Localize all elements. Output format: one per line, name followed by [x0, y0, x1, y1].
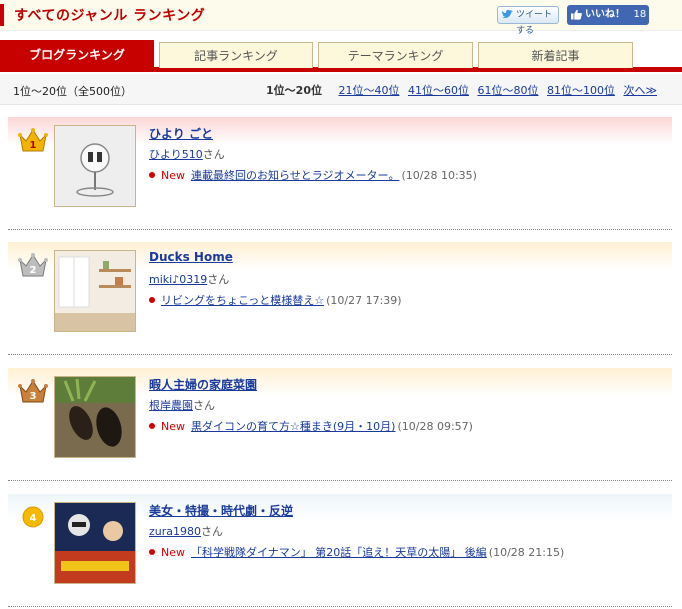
latest-post: New 「科学戦隊ダイナマン」 第20話「追え！天草の太陽」 後編 (10/28 2… — [149, 544, 564, 560]
post-time: (10/28 10:35) — [401, 169, 477, 182]
author-link[interactable]: zura1980 — [149, 525, 201, 538]
blog-name[interactable]: ひより ごと — [149, 125, 213, 142]
author-suffix: さん — [193, 399, 215, 412]
new-badge: New — [161, 420, 185, 433]
author-suffix: さん — [207, 273, 230, 286]
post-time: (10/28 21:15) — [488, 546, 565, 559]
blog-name[interactable]: Ducks Home — [149, 250, 233, 264]
entry-divider — [8, 606, 672, 607]
blog-name[interactable]: 美女・特撮・時代劇・反逆 — [149, 502, 293, 519]
entry-divider — [8, 480, 672, 481]
blog-author: 根岸農園さん — [149, 397, 215, 413]
blog-name[interactable]: 暇人主婦の家庭菜園 — [149, 376, 257, 393]
pager: 1位～20位（全500位） 1位～20位 21位～40位 41位～60位 61位… — [0, 74, 682, 105]
rank-number: 3 — [30, 391, 37, 402]
tab-article-ranking[interactable]: 記事ランキング — [159, 42, 313, 68]
ranking-tabs: ブログランキング 記事ランキング テーマランキング 新着記事 — [0, 40, 682, 72]
pager-link-61-80[interactable]: 61位～80位 — [477, 84, 538, 97]
entry-divider — [8, 229, 672, 230]
ranking-entry: 4 美女・特撮・時代劇・反逆 zura1980さん New 「科学戦隊ダイナマン」… — [8, 494, 672, 607]
bullet-icon — [149, 172, 155, 178]
latest-post: リビングをちょこっと模様替え☆ (10/27 17:39) — [149, 292, 402, 308]
blog-thumbnail[interactable] — [54, 250, 136, 332]
blog-name-link[interactable]: ひより ごと — [149, 127, 213, 141]
radiometer-image — [55, 126, 135, 206]
silver-crown-icon: 2 — [18, 253, 48, 277]
page-header: すべてのジャンル ランキング ツイートする いいね！ 18 — [0, 0, 682, 36]
blog-thumbnail[interactable] — [54, 125, 136, 207]
blog-thumbnail[interactable] — [54, 376, 136, 458]
black-radish-image — [55, 377, 135, 457]
latest-post: New 連載最終回のお知らせとラジオメーター。 (10/28 10:35) — [149, 167, 477, 183]
facebook-like-button[interactable]: いいね！ 18 — [567, 5, 649, 25]
author-link[interactable]: miki♪0319 — [149, 273, 207, 286]
tab-new-articles[interactable]: 新着記事 — [478, 42, 633, 68]
entry-divider — [8, 354, 672, 355]
blog-name-link[interactable]: 暇人主婦の家庭菜園 — [149, 378, 257, 392]
tab-theme-ranking[interactable]: テーマランキング — [318, 42, 473, 68]
post-title-link[interactable]: 連載最終回のお知らせとラジオメーター。 — [191, 169, 399, 182]
pager-link-21-40[interactable]: 21位～40位 — [338, 84, 399, 97]
twitter-bird-icon — [501, 9, 513, 18]
author-suffix: さん — [201, 525, 224, 538]
new-badge: New — [161, 546, 185, 559]
ranking-entry: 3 暇人主婦の家庭菜園 根岸農園さん New 黒ダイコンの育て方☆種まき(9月・1… — [8, 368, 672, 481]
rank-circle-icon: 4 — [22, 506, 44, 528]
blog-thumbnail[interactable] — [54, 502, 136, 584]
post-title-link[interactable]: 黒ダイコンの育て方☆種まき(9月・10月) — [191, 420, 395, 433]
latest-post: New 黒ダイコンの育て方☆種まき(9月・10月) (10/28 09:57) — [149, 418, 473, 434]
dynaman-poster-image — [55, 503, 135, 583]
gold-crown-icon: 1 — [18, 128, 48, 152]
author-link[interactable]: ひより510 — [149, 148, 203, 161]
range-total: 1位～20位（全500位） — [13, 85, 132, 98]
pager-link-41-60[interactable]: 41位～60位 — [408, 84, 469, 97]
rank-number: 2 — [30, 265, 37, 276]
blog-name-link[interactable]: Ducks Home — [149, 250, 233, 264]
pager-links: 1位～20位 21位～40位 41位～60位 61位～80位 81位～100位 … — [266, 82, 657, 98]
like-label: いいね！ — [585, 9, 625, 20]
post-title-link[interactable]: 「科学戦隊ダイナマン」 第20話「追え！天草の太陽」 後編 — [191, 546, 487, 559]
tweet-button[interactable]: ツイートする — [497, 6, 559, 36]
tab-blog-ranking[interactable]: ブログランキング — [0, 40, 154, 68]
pager-current: 1位～20位 — [266, 84, 322, 97]
bronze-crown-icon: 3 — [18, 379, 48, 403]
ranking-entry: 2 Ducks Home miki♪0319さん リビングをちょこっと模様替え☆… — [8, 242, 672, 355]
blog-name-link[interactable]: 美女・特撮・時代劇・反逆 — [149, 504, 293, 518]
page-title: すべてのジャンル ランキング — [14, 8, 206, 24]
bullet-icon — [149, 423, 155, 429]
pager-link-81-100[interactable]: 81位～100位 — [547, 84, 615, 97]
post-title-link[interactable]: リビングをちょこっと模様替え☆ — [161, 294, 324, 307]
living-room-image — [55, 251, 135, 331]
tweet-label: ツイートする — [516, 10, 553, 36]
header-accent-bar — [0, 4, 4, 26]
author-suffix: さん — [202, 148, 225, 161]
pager-next-link[interactable]: 次へ≫ — [623, 84, 657, 97]
author-link[interactable]: 根岸農園 — [149, 399, 193, 412]
bullet-icon — [149, 297, 155, 303]
ranking-entry: 1 ひより ごと ひより510さん New 連載最終回のお知らせとラジオメーター。… — [8, 117, 672, 230]
post-time: (10/28 09:57) — [397, 420, 473, 433]
blog-author: ひより510さん — [149, 146, 225, 162]
blog-author: zura1980さん — [149, 523, 223, 539]
new-badge: New — [161, 169, 185, 182]
rank-number: 4 — [30, 513, 37, 524]
like-count: 18 — [633, 9, 647, 20]
rank-number: 1 — [30, 140, 37, 151]
thumbs-up-icon — [571, 9, 582, 20]
blog-author: miki♪0319さん — [149, 271, 229, 287]
bullet-icon — [149, 549, 155, 555]
post-time: (10/27 17:39) — [326, 294, 402, 307]
